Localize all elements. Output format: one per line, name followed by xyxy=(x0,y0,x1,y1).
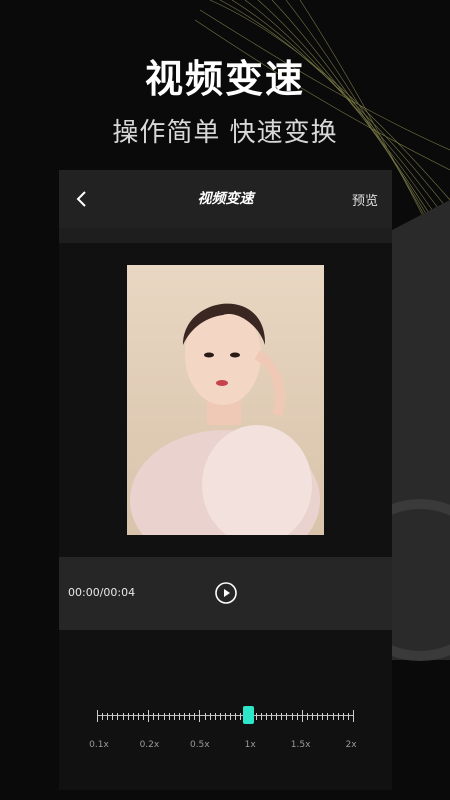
slider-tick xyxy=(158,712,160,720)
slider-tick xyxy=(240,712,242,720)
slider-tick xyxy=(265,712,267,720)
slider-tick xyxy=(137,712,139,720)
slider-tick xyxy=(214,712,216,720)
slider-tick xyxy=(122,712,124,720)
slider-tick xyxy=(281,712,283,720)
slider-tick xyxy=(301,710,303,722)
video-frame xyxy=(127,265,324,535)
slider-tick xyxy=(225,712,226,720)
slider-tick xyxy=(97,710,98,722)
phone-screen: 视频变速 预览 00:00/00:04 0.1x 0.2x 0.5x 1x 1.… xyxy=(59,170,392,790)
time-display: 00:00/00:04 xyxy=(68,586,136,599)
speed-slider[interactable] xyxy=(97,706,354,724)
slider-tick xyxy=(322,712,324,720)
slider-tick xyxy=(230,712,232,720)
slider-tick xyxy=(107,712,109,720)
speed-option[interactable]: 2x xyxy=(331,740,371,750)
speed-option[interactable]: 0.1x xyxy=(79,740,119,750)
play-button[interactable] xyxy=(214,581,238,605)
slider-tick xyxy=(168,712,170,720)
playback-controls: 00:00/00:04 xyxy=(59,557,392,630)
slider-tick xyxy=(260,712,262,720)
slider-tick xyxy=(148,710,150,722)
slider-tick xyxy=(178,712,180,720)
slider-tick xyxy=(342,712,344,720)
slider-tick xyxy=(194,712,196,720)
slider-tick xyxy=(306,712,308,720)
slider-tick xyxy=(199,710,201,722)
slider-tick xyxy=(271,712,273,720)
slider-tick xyxy=(327,712,329,720)
slider-tick xyxy=(117,712,119,720)
slider-tick xyxy=(296,712,298,720)
promo-headline: 视频变速 xyxy=(144,57,305,101)
portrait-image xyxy=(127,265,324,535)
slider-tick xyxy=(317,712,319,720)
slider-tick xyxy=(153,712,155,720)
page-title: 视频变速 xyxy=(197,191,254,207)
preview-button[interactable]: 预览 xyxy=(352,190,378,209)
promo-subline: 操作简单 快速变换 xyxy=(112,118,338,148)
slider-tick xyxy=(332,712,334,720)
slider-tick xyxy=(127,712,129,720)
speed-panel: 0.1x 0.2x 0.5x 1x 1.5x 2x xyxy=(59,630,392,790)
slider-tick xyxy=(163,712,165,720)
slider-tick xyxy=(235,712,237,720)
slider-tick xyxy=(189,712,191,720)
video-preview xyxy=(59,243,392,557)
slider-tick xyxy=(112,712,114,720)
slider-tick xyxy=(184,712,186,720)
speed-option[interactable]: 0.2x xyxy=(129,740,169,750)
slider-handle[interactable] xyxy=(243,706,254,724)
slider-tick xyxy=(255,712,257,720)
slider-tick xyxy=(347,712,349,720)
speed-option[interactable]: 0.5x xyxy=(180,740,220,750)
slider-tick xyxy=(209,712,211,720)
slider-tick xyxy=(286,712,288,720)
slider-tick xyxy=(143,712,145,720)
slider-tick xyxy=(204,712,206,720)
slider-tick xyxy=(337,712,339,720)
slider-tick xyxy=(173,712,175,720)
slider-tick xyxy=(102,712,104,720)
slider-tick xyxy=(132,712,134,720)
app-header: 视频变速 预览 xyxy=(59,170,392,228)
slider-tick xyxy=(312,712,314,720)
play-circle-icon xyxy=(215,582,237,604)
slider-tick xyxy=(276,712,278,720)
slider-tick xyxy=(291,712,293,720)
slider-tick xyxy=(219,712,221,720)
speed-option[interactable]: 1x xyxy=(230,740,270,750)
slider-tick xyxy=(353,710,354,722)
speed-option[interactable]: 1.5x xyxy=(281,740,321,750)
speed-labels: 0.1x 0.2x 0.5x 1x 1.5x 2x xyxy=(59,740,392,754)
